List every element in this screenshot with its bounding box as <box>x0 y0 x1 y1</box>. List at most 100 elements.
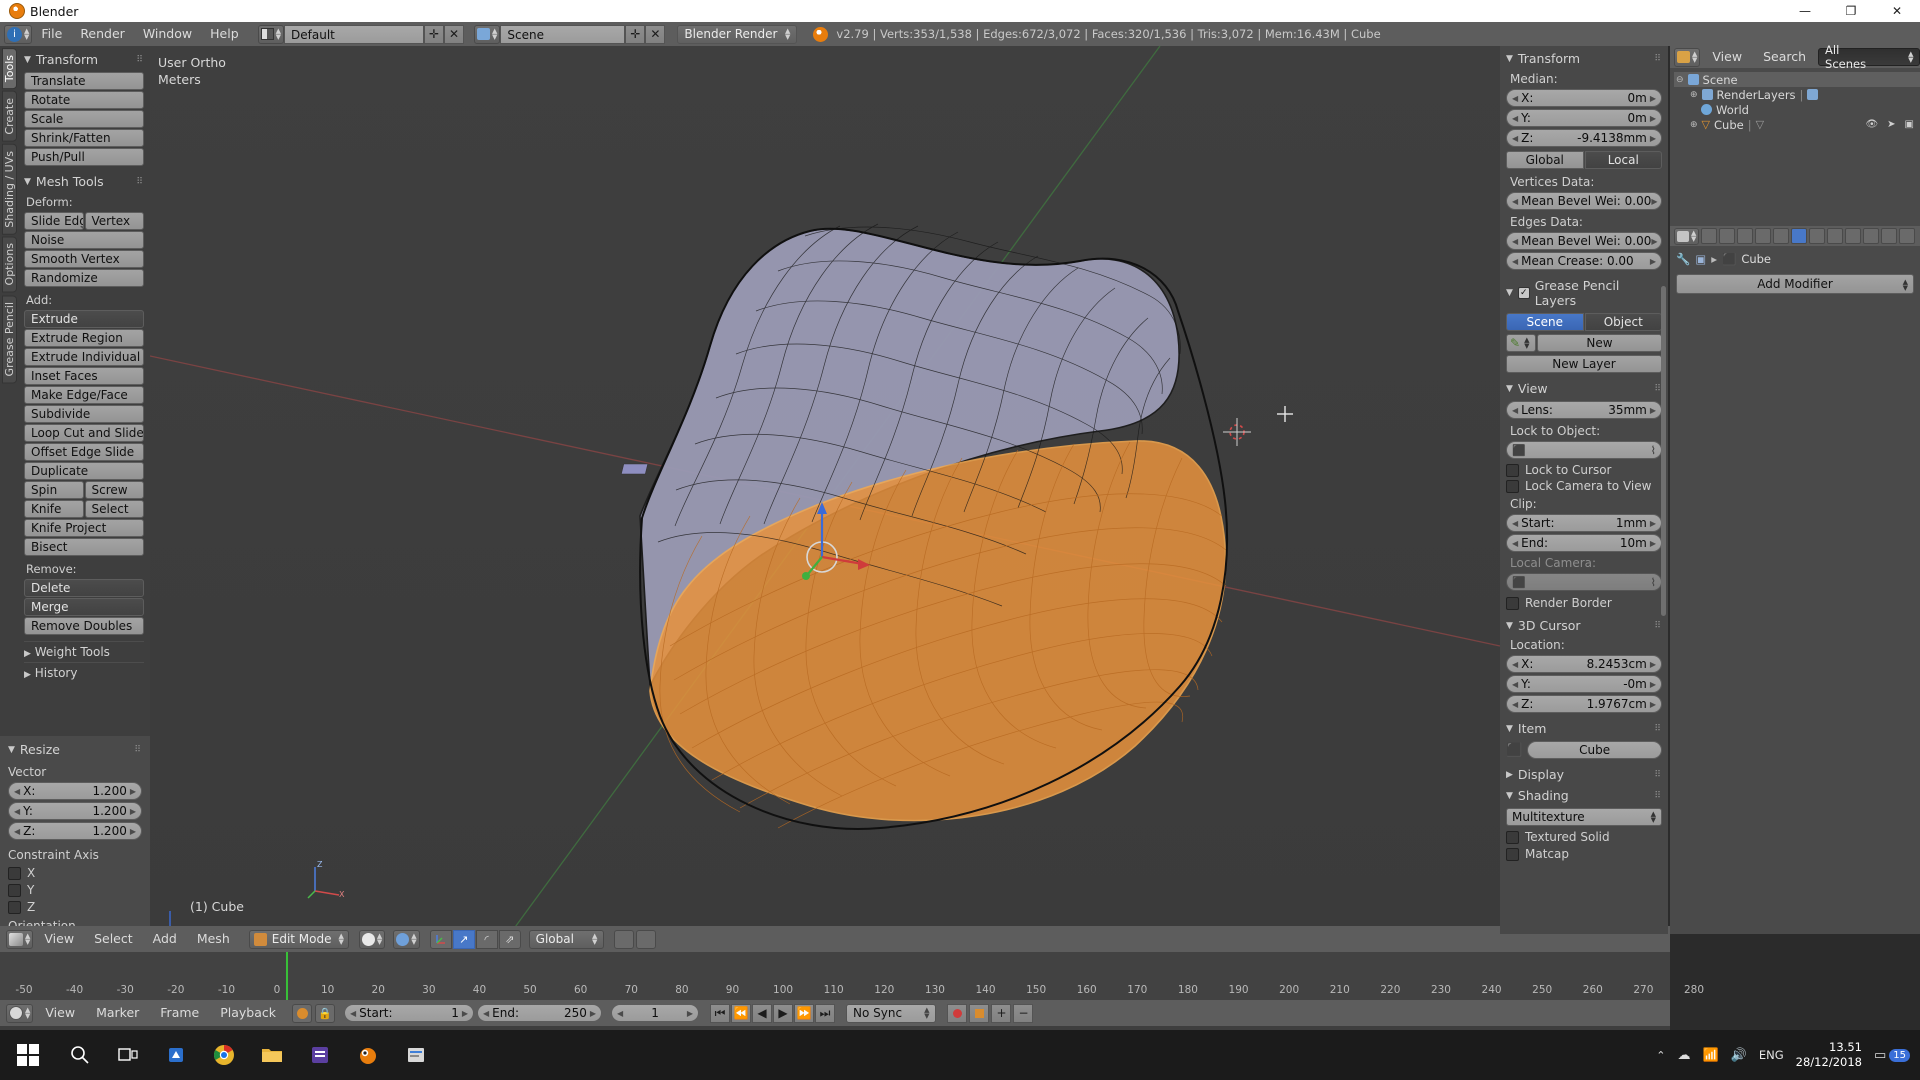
cursor-z-field[interactable]: ◀ Z: 1.9767cm ▶ <box>1506 695 1662 713</box>
manipulator-enable-icon[interactable] <box>429 929 452 949</box>
add-modifier-button[interactable]: Add Modifier ▲ ▼ <box>1676 274 1914 294</box>
eyedropper-icon[interactable]: ⌇ <box>1651 574 1656 591</box>
sync-mode-select[interactable]: No Sync ▲ ▼ <box>846 1003 937 1023</box>
mesh-tools-panel-header[interactable]: ▼ Mesh Tools ⠿ <box>24 174 144 189</box>
jump-end-button[interactable]: ⏭ <box>815 1003 836 1023</box>
arrow-left-icon[interactable]: ◀ <box>14 823 20 840</box>
delete-scene-button[interactable]: ✕ <box>645 24 666 44</box>
object-breadcrumb-icon[interactable]: ⬛ <box>1722 252 1736 266</box>
app-icon[interactable] <box>392 1030 440 1080</box>
close-button[interactable]: ✕ <box>1874 0 1920 22</box>
matcap-row[interactable]: Matcap <box>1506 847 1662 861</box>
arrow-left-icon[interactable]: ◀ <box>1512 515 1518 532</box>
manipulator-toggle-group[interactable]: ↗ ◜ ⇗ <box>429 929 521 949</box>
scene-browse-icon[interactable]: ▲ ▼ <box>474 24 501 44</box>
checkbox-icon[interactable]: ✓ <box>1517 287 1530 299</box>
item-panel-header[interactable]: ▼ Item ⠿ <box>1506 721 1662 736</box>
transform-panel-header[interactable]: ▼ Transform ⠿ <box>24 52 144 67</box>
playback-controls[interactable]: ⏮ ⏪ ◀ ▶ ⏩ ⏭ <box>710 1003 836 1023</box>
arrow-right-icon[interactable]: ▶ <box>1651 233 1657 250</box>
tool-vertex-slide[interactable]: Vertex <box>84 212 144 230</box>
frame-end-field[interactable]: ◀ End: 250 ▶ <box>477 1004 603 1022</box>
arrow-left-icon[interactable]: ◀ <box>1512 656 1518 673</box>
checkbox-icon[interactable] <box>1506 479 1519 493</box>
clip-start-field[interactable]: ◀ Start: 1mm ▶ <box>1506 514 1662 532</box>
arrow-left-icon[interactable]: ◀ <box>1512 535 1518 552</box>
transform-space-toggle[interactable]: Global Local <box>1506 151 1662 169</box>
arrow-left-icon[interactable]: ◀ <box>14 803 20 820</box>
gp-new-button[interactable]: New <box>1537 334 1662 352</box>
constraint-axis-x-row[interactable]: X <box>8 866 142 880</box>
local-camera-field[interactable]: ⬛ ⌇ <box>1506 573 1662 591</box>
arrow-left-icon[interactable]: ◀ <box>14 783 20 800</box>
arrow-right-icon[interactable]: ▶ <box>130 823 136 840</box>
outliner-menu-search[interactable]: Search <box>1754 46 1815 68</box>
tool-shrink-fatten[interactable]: Shrink/Fatten <box>24 129 144 147</box>
tab-particles[interactable] <box>1809 228 1826 244</box>
volume-icon[interactable]: 🔊 <box>1731 1048 1747 1063</box>
camera-icon[interactable]: ▣ <box>1905 119 1914 130</box>
arrow-left-icon[interactable]: ◀ <box>1512 233 1518 250</box>
network-icon[interactable]: 📶 <box>1703 1048 1719 1063</box>
arrow-left-icon[interactable]: ◀ <box>1512 676 1518 693</box>
tab-render-layers[interactable] <box>1719 228 1736 244</box>
screen-layout-name[interactable]: Default <box>284 24 425 44</box>
resize-panel-header[interactable]: ▼ Resize ⠿ <box>8 742 142 757</box>
language-indicator[interactable]: ENG <box>1759 1048 1784 1062</box>
prev-keyframe-button[interactable]: ⏪ <box>731 1003 752 1023</box>
outliner-row-scene[interactable]: ⊖ Scene <box>1674 72 1920 87</box>
median-z-field[interactable]: ◀ Z: -9.4138mm ▶ <box>1506 129 1662 147</box>
translate-manipulator-icon[interactable]: ↗ <box>452 929 475 949</box>
pivot-point-select[interactable]: ▲ ▼ <box>393 929 420 949</box>
tool-bisect[interactable]: Bisect <box>24 538 144 556</box>
tool-knife[interactable]: Knife <box>24 500 84 518</box>
edge-bevel-weight-field[interactable]: ◀ Mean Bevel Wei: 0.00 ▶ <box>1506 232 1662 250</box>
sticky-notes-icon[interactable] <box>296 1030 344 1080</box>
median-y-field[interactable]: ◀ Y: 0m ▶ <box>1506 109 1662 127</box>
arrow-right-icon[interactable]: ▶ <box>130 803 136 820</box>
interaction-mode-select[interactable]: Edit Mode ▲ ▼ <box>248 929 349 949</box>
tool-extrude[interactable]: Extrude <box>24 310 144 328</box>
arrow-left-icon[interactable]: ◀ <box>1512 110 1518 127</box>
menu-window[interactable]: Window <box>134 23 201 45</box>
checkbox-icon[interactable] <box>8 866 21 880</box>
shading-mode-select[interactable]: Multitexture ▲ ▼ <box>1506 808 1662 826</box>
eye-icon[interactable]: 👁 <box>1865 119 1878 130</box>
layer-icon[interactable] <box>614 929 635 949</box>
eyedropper-icon[interactable]: ⌇ <box>1651 442 1656 459</box>
tool-slide-edge[interactable]: Slide Edg <box>24 212 84 230</box>
tool-extrude-region[interactable]: Extrude Region <box>24 329 144 347</box>
viewport-menu-mesh[interactable]: Mesh <box>188 928 239 950</box>
display-panel-header[interactable]: ▶ Display ⠿ <box>1506 767 1662 782</box>
tool-offset-edge-slide[interactable]: Offset Edge Slide <box>24 443 144 461</box>
arrow-left-icon[interactable]: ◀ <box>1512 402 1518 419</box>
outliner-row-renderlayers[interactable]: ⊕ RenderLayers | <box>1674 87 1920 102</box>
next-keyframe-button[interactable]: ⏩ <box>794 1003 815 1023</box>
arrow-right-icon[interactable]: ▶ <box>1650 130 1656 147</box>
tab-scene[interactable] <box>1737 228 1754 244</box>
render-border-row[interactable]: Render Border <box>1506 596 1662 610</box>
add-scene-button[interactable]: ✛ <box>625 24 646 44</box>
mesh-data-icon[interactable]: ▽ <box>1756 118 1764 131</box>
tab-object-data[interactable] <box>1863 228 1880 244</box>
timeline-menu-playback[interactable]: Playback <box>211 1002 285 1024</box>
gp-scene-button[interactable]: Scene <box>1506 313 1584 331</box>
grease-pencil-panel-header[interactable]: ▼ ✓ Grease Pencil Layers <box>1506 278 1662 308</box>
arrow-right-icon[interactable]: ▶ <box>1650 110 1656 127</box>
menu-file[interactable]: File <box>32 23 71 45</box>
clock[interactable]: 13.51 28/12/2018 <box>1796 1040 1862 1070</box>
notification-center[interactable]: ▭ 15 <box>1874 1048 1910 1063</box>
layer-icon-2[interactable] <box>636 929 657 949</box>
search-icon[interactable] <box>56 1030 104 1080</box>
checkbox-icon[interactable] <box>1506 596 1519 610</box>
shading-panel-header[interactable]: ▼ Shading ⠿ <box>1506 788 1662 803</box>
tool-inset-faces[interactable]: Inset Faces <box>24 367 144 385</box>
transform-npanel-header[interactable]: ▼ Transform ⠿ <box>1506 51 1662 66</box>
minimize-button[interactable]: — <box>1782 0 1828 22</box>
scene-name[interactable]: Scene <box>500 24 626 44</box>
checkbox-icon[interactable] <box>8 900 21 914</box>
arrow-right-icon[interactable]: ▶ <box>1650 656 1656 673</box>
arrow-left-icon[interactable]: ◀ <box>1512 130 1518 147</box>
menu-help[interactable]: Help <box>201 23 248 45</box>
outliner-row-cube[interactable]: ⊕ ▽ Cube | ▽ 👁 ➤ ▣ <box>1674 117 1920 132</box>
